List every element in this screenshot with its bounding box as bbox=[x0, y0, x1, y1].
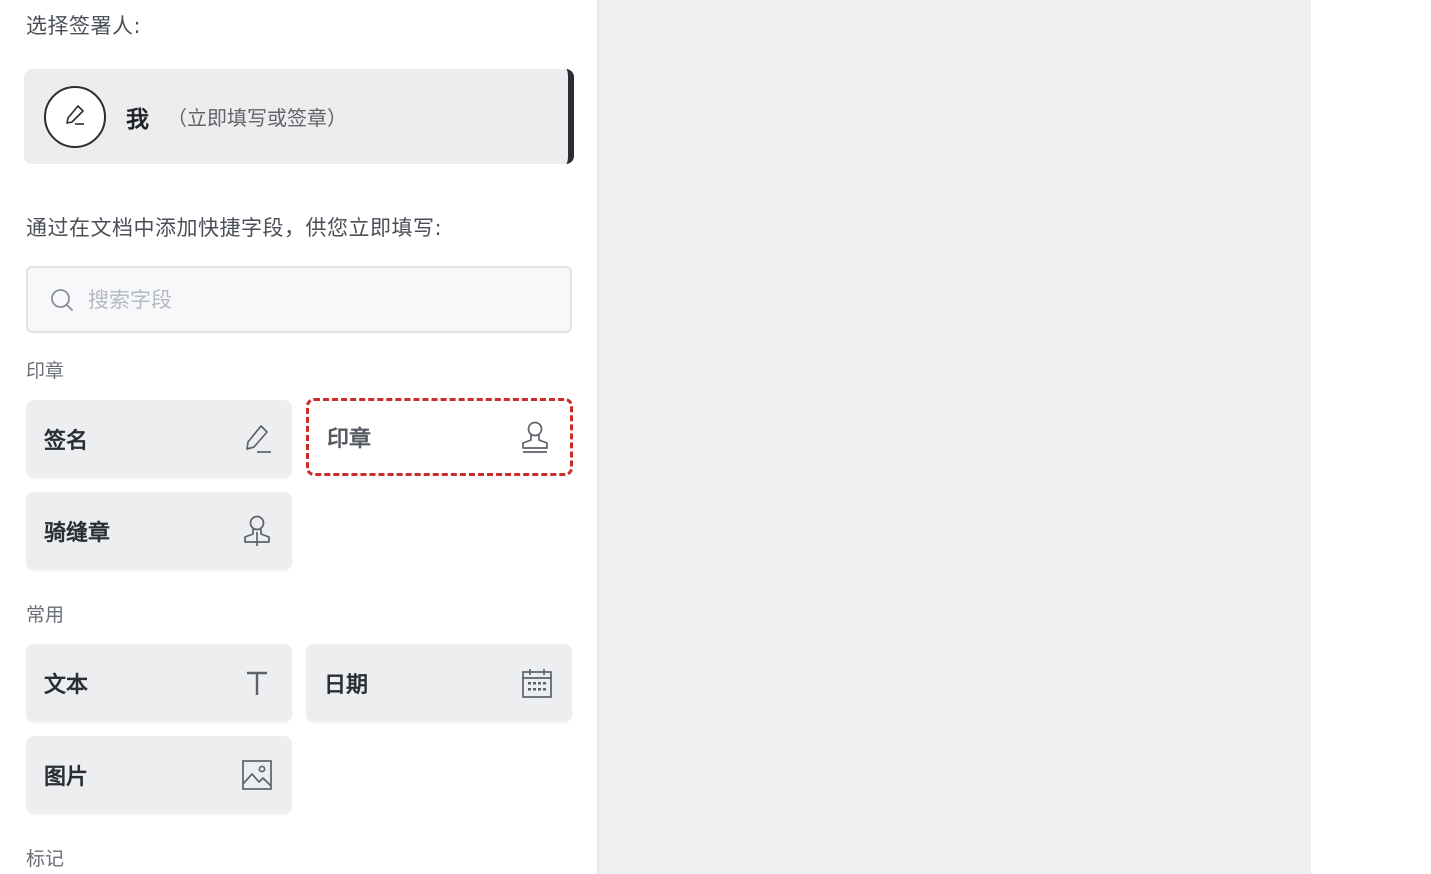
signer-subtitle: （立即填写或签章） bbox=[167, 106, 347, 130]
group-label-mark: 标记 bbox=[26, 848, 65, 870]
group-label-common: 常用 bbox=[26, 604, 65, 626]
signer-avatar bbox=[44, 85, 106, 148]
signer-heading: 选择签署人: bbox=[26, 14, 142, 38]
calendar-icon bbox=[520, 666, 554, 700]
field-text[interactable]: 文本 bbox=[26, 644, 292, 722]
field-signature[interactable]: 签名 bbox=[26, 400, 292, 478]
group-label-seal: 印章 bbox=[26, 360, 65, 382]
field-sidebar: 选择签署人: 我 （立即填写或签章） 通过在文档中添加快捷字段，供您立即填写: … bbox=[0, 0, 598, 874]
stamp-icon bbox=[518, 420, 552, 454]
field-label: 文本 bbox=[44, 673, 89, 698]
search-input[interactable] bbox=[88, 287, 508, 312]
pen-icon bbox=[240, 422, 274, 456]
fields-heading: 通过在文档中添加快捷字段，供您立即填写: bbox=[26, 216, 443, 240]
field-cross-page-seal[interactable]: 骑缝章 bbox=[26, 492, 292, 570]
field-label: 骑缝章 bbox=[44, 521, 111, 546]
signer-name: 我 bbox=[126, 106, 149, 133]
right-margin bbox=[1311, 0, 1431, 874]
field-image[interactable]: 图片 bbox=[26, 736, 292, 814]
document-canvas[interactable] bbox=[599, 0, 1311, 874]
pen-icon bbox=[62, 102, 88, 132]
field-label: 签名 bbox=[44, 429, 89, 454]
field-label: 印章 bbox=[327, 427, 372, 452]
text-t-icon bbox=[240, 666, 274, 700]
field-seal[interactable]: 印章 bbox=[306, 398, 573, 476]
field-label: 日期 bbox=[324, 673, 369, 698]
image-icon bbox=[240, 758, 274, 792]
field-label: 图片 bbox=[44, 765, 89, 790]
field-search-box[interactable] bbox=[26, 266, 572, 333]
stamp-icon bbox=[240, 514, 274, 548]
search-icon bbox=[48, 286, 76, 314]
field-date[interactable]: 日期 bbox=[306, 644, 572, 722]
signer-card-me[interactable]: 我 （立即填写或签章） bbox=[24, 69, 574, 164]
